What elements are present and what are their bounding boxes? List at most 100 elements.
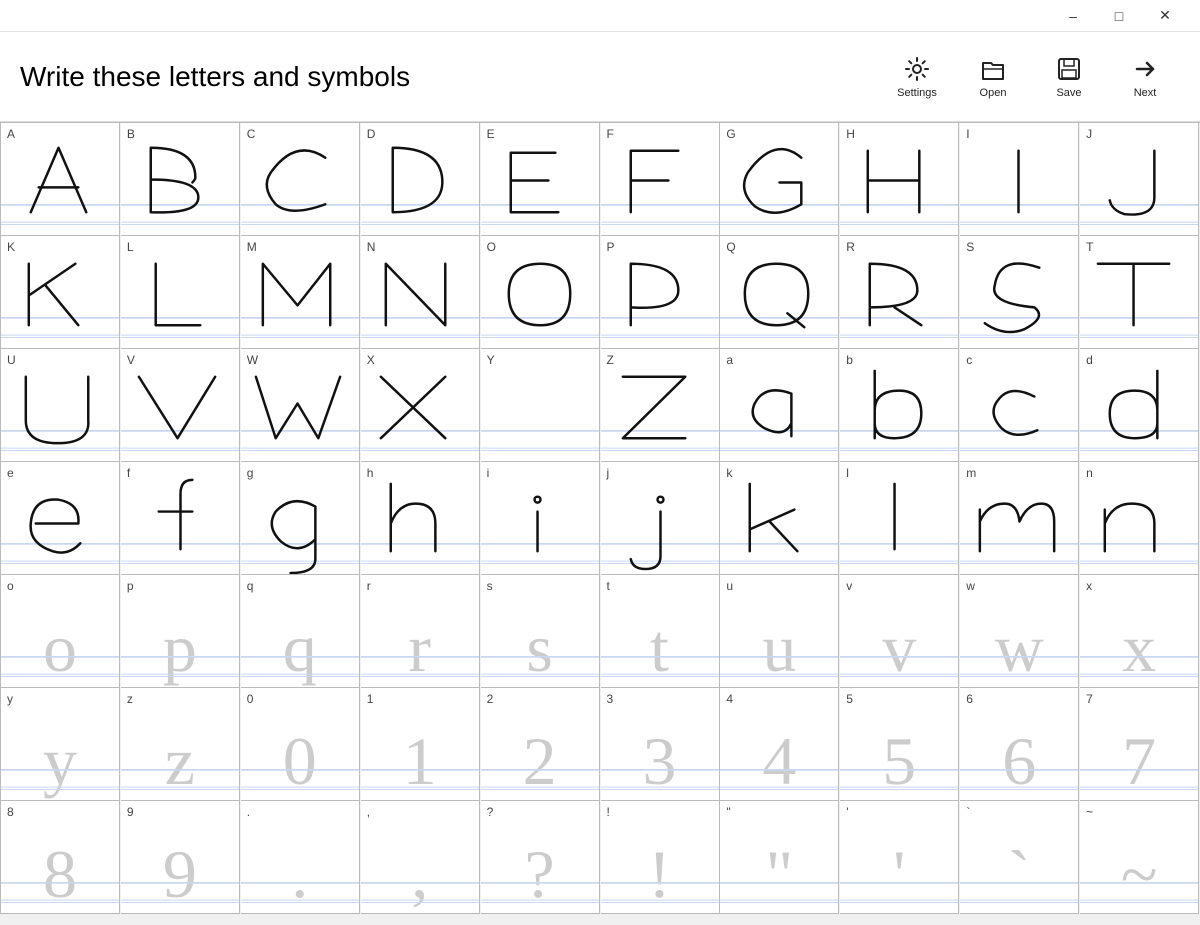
cell-0[interactable]: 00 [241, 688, 360, 801]
cell-i[interactable]: i [481, 462, 600, 575]
cell-U[interactable]: U [1, 349, 120, 462]
handwritten-svg [960, 349, 1078, 461]
cell-J[interactable]: J [1080, 123, 1199, 236]
cell-c[interactable]: c [960, 349, 1079, 462]
cell-v[interactable]: vv [840, 575, 959, 688]
handwritten-svg [601, 349, 719, 461]
cell-s[interactable]: ss [481, 575, 600, 688]
handwritten-svg [481, 349, 599, 461]
cell-V[interactable]: V [121, 349, 240, 462]
cell-H[interactable]: H [840, 123, 959, 236]
cell-I[interactable]: I [960, 123, 1079, 236]
cell-K[interactable]: K [1, 236, 120, 349]
cell-ghost-char: ~ [1121, 840, 1158, 908]
cell-7[interactable]: 77 [1080, 688, 1199, 801]
cell-,[interactable]: ,, [361, 801, 480, 914]
cell-ghost-char: w [995, 614, 1044, 682]
cell-S[interactable]: S [960, 236, 1079, 349]
cell-ghost-char: 6 [1002, 727, 1036, 795]
cell-B[interactable]: B [121, 123, 240, 236]
handwritten-svg [601, 462, 719, 574]
cell-z[interactable]: zz [121, 688, 240, 801]
cell-label: x [1086, 579, 1092, 593]
cell-k[interactable]: k [720, 462, 839, 575]
cell-![interactable]: !! [601, 801, 720, 914]
cell-R[interactable]: R [840, 236, 959, 349]
cell-a[interactable]: a [720, 349, 839, 462]
cell-E[interactable]: E [481, 123, 600, 236]
handwritten-svg [1080, 123, 1198, 235]
cell-N[interactable]: N [361, 236, 480, 349]
cell-f[interactable]: f [121, 462, 240, 575]
cell-X[interactable]: X [361, 349, 480, 462]
cell-m[interactable]: m [960, 462, 1079, 575]
cell-q[interactable]: qq [241, 575, 360, 688]
cell-p[interactable]: pp [121, 575, 240, 688]
cell-l[interactable]: l [840, 462, 959, 575]
open-button[interactable]: Open [958, 45, 1028, 109]
cell-label: , [367, 805, 370, 819]
cell-?[interactable]: ?? [481, 801, 600, 914]
close-button[interactable]: ✕ [1142, 0, 1188, 32]
cell-ghost-char: . [291, 840, 308, 908]
cell-apos[interactable]: '' [840, 801, 959, 914]
cell-P[interactable]: P [601, 236, 720, 349]
settings-button[interactable]: Settings [882, 45, 952, 109]
cell-label: ~ [1086, 805, 1093, 819]
cell-label: 3 [607, 692, 614, 706]
cell-9[interactable]: 99 [121, 801, 240, 914]
cell-j[interactable]: j [601, 462, 720, 575]
cell-3[interactable]: 33 [601, 688, 720, 801]
cell-tilde[interactable]: ~~ [1080, 801, 1199, 914]
handwritten-svg [361, 462, 479, 574]
cell-g[interactable]: g [241, 462, 360, 575]
cell-d[interactable]: d [1080, 349, 1199, 462]
cell-t[interactable]: tt [601, 575, 720, 688]
cell-L[interactable]: L [121, 236, 240, 349]
cell-n[interactable]: n [1080, 462, 1199, 575]
cell-u[interactable]: uu [720, 575, 839, 688]
handwritten-svg [241, 462, 359, 574]
cell-Y[interactable]: Y [481, 349, 600, 462]
cell-r[interactable]: rr [361, 575, 480, 688]
cell-O[interactable]: O [481, 236, 600, 349]
cell-label: ' [846, 805, 848, 819]
cell-C[interactable]: C [241, 123, 360, 236]
cell-ghost-char: 2 [523, 727, 557, 795]
cell-F[interactable]: F [601, 123, 720, 236]
cell-e[interactable]: e [1, 462, 120, 575]
cell-5[interactable]: 55 [840, 688, 959, 801]
save-button[interactable]: Save [1034, 45, 1104, 109]
handwritten-svg [840, 462, 958, 574]
cell-2[interactable]: 22 [481, 688, 600, 801]
cell-ghost-char: " [766, 840, 794, 908]
cell-backtick[interactable]: `` [960, 801, 1079, 914]
cell-w[interactable]: ww [960, 575, 1079, 688]
cell-M[interactable]: M [241, 236, 360, 349]
cell-G[interactable]: G [720, 123, 839, 236]
maximize-button[interactable]: □ [1096, 0, 1142, 32]
cell-4[interactable]: 44 [720, 688, 839, 801]
cell-b[interactable]: b [840, 349, 959, 462]
cell-quote[interactable]: "" [720, 801, 839, 914]
cell-o[interactable]: oo [1, 575, 120, 688]
cell-y[interactable]: yy [1, 688, 120, 801]
cell-T[interactable]: T [1080, 236, 1199, 349]
minimize-button[interactable]: – [1050, 0, 1096, 32]
cell-D[interactable]: D [361, 123, 480, 236]
cell-A[interactable]: A [1, 123, 120, 236]
handwritten-svg [840, 236, 958, 348]
cell-x[interactable]: xx [1080, 575, 1199, 688]
cell-6[interactable]: 66 [960, 688, 1079, 801]
cell-Q[interactable]: Q [720, 236, 839, 349]
cell-1[interactable]: 11 [361, 688, 480, 801]
handwritten-svg [1, 349, 119, 461]
cell-ghost-char: r [408, 614, 431, 682]
cell-W[interactable]: W [241, 349, 360, 462]
handwritten-svg [241, 123, 359, 235]
cell-8[interactable]: 88 [1, 801, 120, 914]
cell-.[interactable]: .. [241, 801, 360, 914]
next-button[interactable]: Next [1110, 45, 1180, 109]
cell-h[interactable]: h [361, 462, 480, 575]
cell-Z[interactable]: Z [601, 349, 720, 462]
